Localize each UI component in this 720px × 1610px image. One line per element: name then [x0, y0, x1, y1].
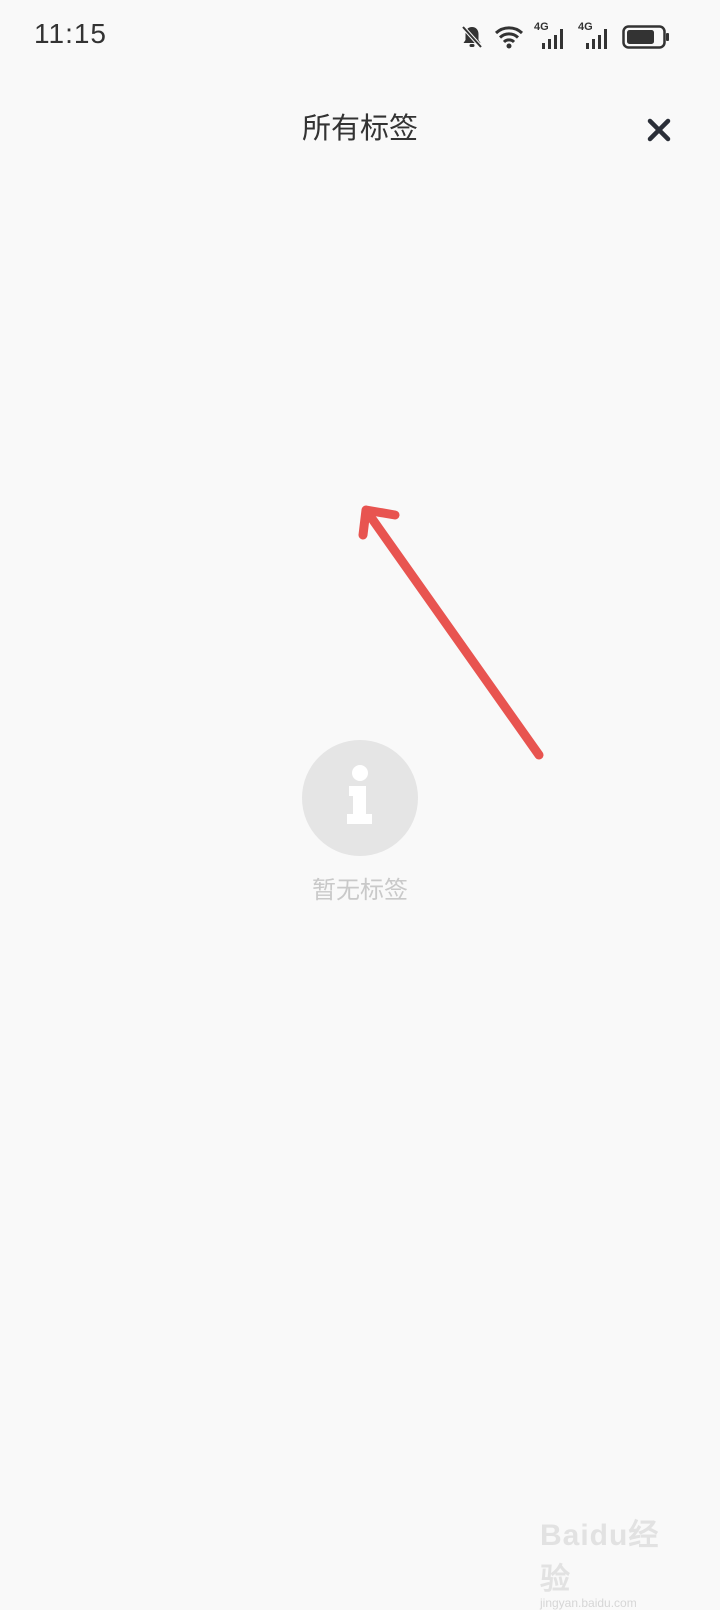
- signal-4g-icon: 4G: [534, 21, 568, 51]
- wifi-icon: [494, 25, 524, 49]
- header: 所有标签: [0, 95, 720, 159]
- watermark-url: jingyan.baidu.com: [540, 1596, 637, 1610]
- watermark-logo: Baidu经验: [540, 1519, 660, 1596]
- signal-4g-icon: 4G: [578, 21, 612, 51]
- info-icon: [302, 740, 418, 856]
- empty-state: 暂无标签: [0, 740, 720, 905]
- status-bar: 11:15 4G 4G: [0, 0, 720, 78]
- status-time: 11:15: [34, 18, 107, 49]
- empty-message: 暂无标签: [312, 876, 408, 904]
- battery-icon: [622, 25, 670, 49]
- status-icons: 4G 4G: [460, 21, 670, 52]
- watermark: Baidu经验 jingyan.baidu.com: [540, 1510, 680, 1610]
- close-icon: [647, 118, 671, 142]
- close-button[interactable]: [642, 113, 676, 147]
- page-title: 所有标签: [301, 111, 418, 145]
- bell-off-icon: [460, 24, 484, 50]
